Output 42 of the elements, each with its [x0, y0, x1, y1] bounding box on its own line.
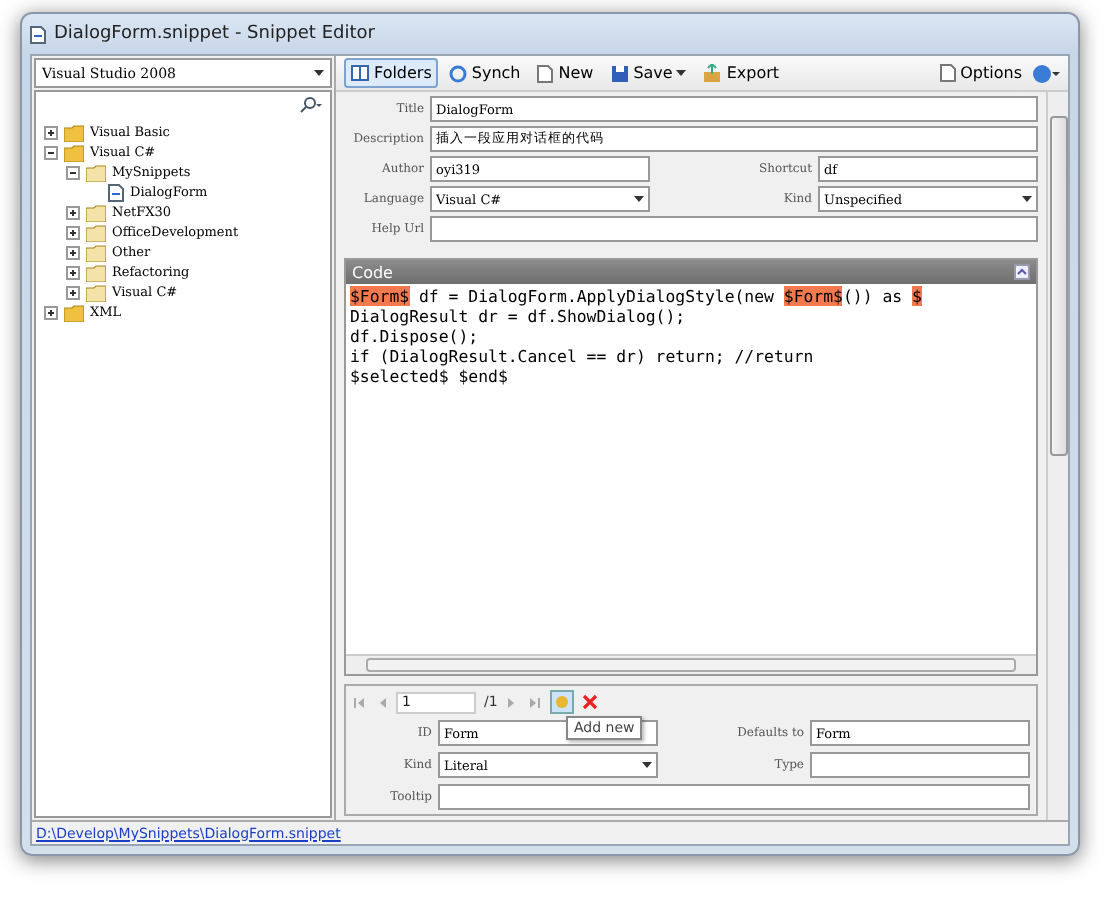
code-line: DialogResult dr = df.ShowDialog();	[350, 306, 688, 326]
expand-toggle[interactable]	[44, 125, 58, 139]
toolbar-button[interactable]: New	[530, 58, 600, 88]
input-field[interactable]	[810, 752, 1030, 778]
code-line: $selected$ $end$	[350, 366, 510, 386]
code-line: df.Dispose();	[350, 326, 481, 346]
save-icon	[609, 63, 630, 83]
code-line: $Form$ df = DialogForm.ApplyDialogStyle(new $Form$()) as $	[350, 286, 924, 306]
dropdown-arrow-icon	[634, 196, 644, 202]
scrollbar-thumb[interactable]	[1049, 116, 1067, 456]
dropdown-arrow-icon	[1022, 196, 1032, 202]
expand-toggle[interactable]	[66, 245, 80, 259]
input-field[interactable]	[438, 784, 1030, 810]
toolbar-button[interactable]: Export	[696, 58, 786, 88]
export-icon	[702, 63, 723, 83]
code-editor[interactable]: Code $Form$ df = DialogForm.ApplyDialogStyle(new $Form$()) as $ DialogResult dr = df.ShowDialog(); df.Dispose(); if (DialogResult.Cancel == dr) return; //return $selected$ $end$	[344, 258, 1038, 676]
search-icon[interactable]	[298, 96, 322, 114]
expand-toggle[interactable]	[66, 265, 80, 279]
expand-toggle[interactable]	[66, 205, 80, 219]
expand-toggle[interactable]	[66, 225, 80, 239]
toolbar-button[interactable]: Synch	[441, 58, 527, 88]
document-icon	[108, 183, 124, 201]
dropdown-arrow-icon	[642, 762, 652, 768]
document-icon	[940, 64, 957, 82]
collapse-toggle[interactable]	[44, 145, 58, 159]
expand-toggle[interactable]	[66, 285, 80, 299]
window-title: DialogForm.snippet - Snippet Editor	[54, 24, 375, 44]
toolbar-button[interactable]: Save	[603, 58, 693, 88]
scrollbar-thumb[interactable]	[366, 658, 1016, 672]
code-line: if (DialogResult.Cancel == dr) return; //return	[350, 346, 816, 366]
collapse-toggle[interactable]	[66, 165, 80, 179]
delete-icon[interactable]	[581, 694, 598, 710]
new-document-icon	[536, 63, 555, 83]
options-button[interactable]: Options	[934, 58, 1028, 88]
dropdown-arrow-icon	[676, 70, 687, 76]
document-icon	[30, 25, 46, 43]
panel-header: Code	[352, 263, 393, 281]
expand-toggle[interactable]	[44, 305, 58, 319]
input-field[interactable]	[430, 216, 1038, 242]
dropdown-arrow-icon	[314, 70, 324, 76]
toolbar-button[interactable]: Folders	[344, 58, 438, 88]
collapse-icon[interactable]	[1014, 264, 1030, 280]
